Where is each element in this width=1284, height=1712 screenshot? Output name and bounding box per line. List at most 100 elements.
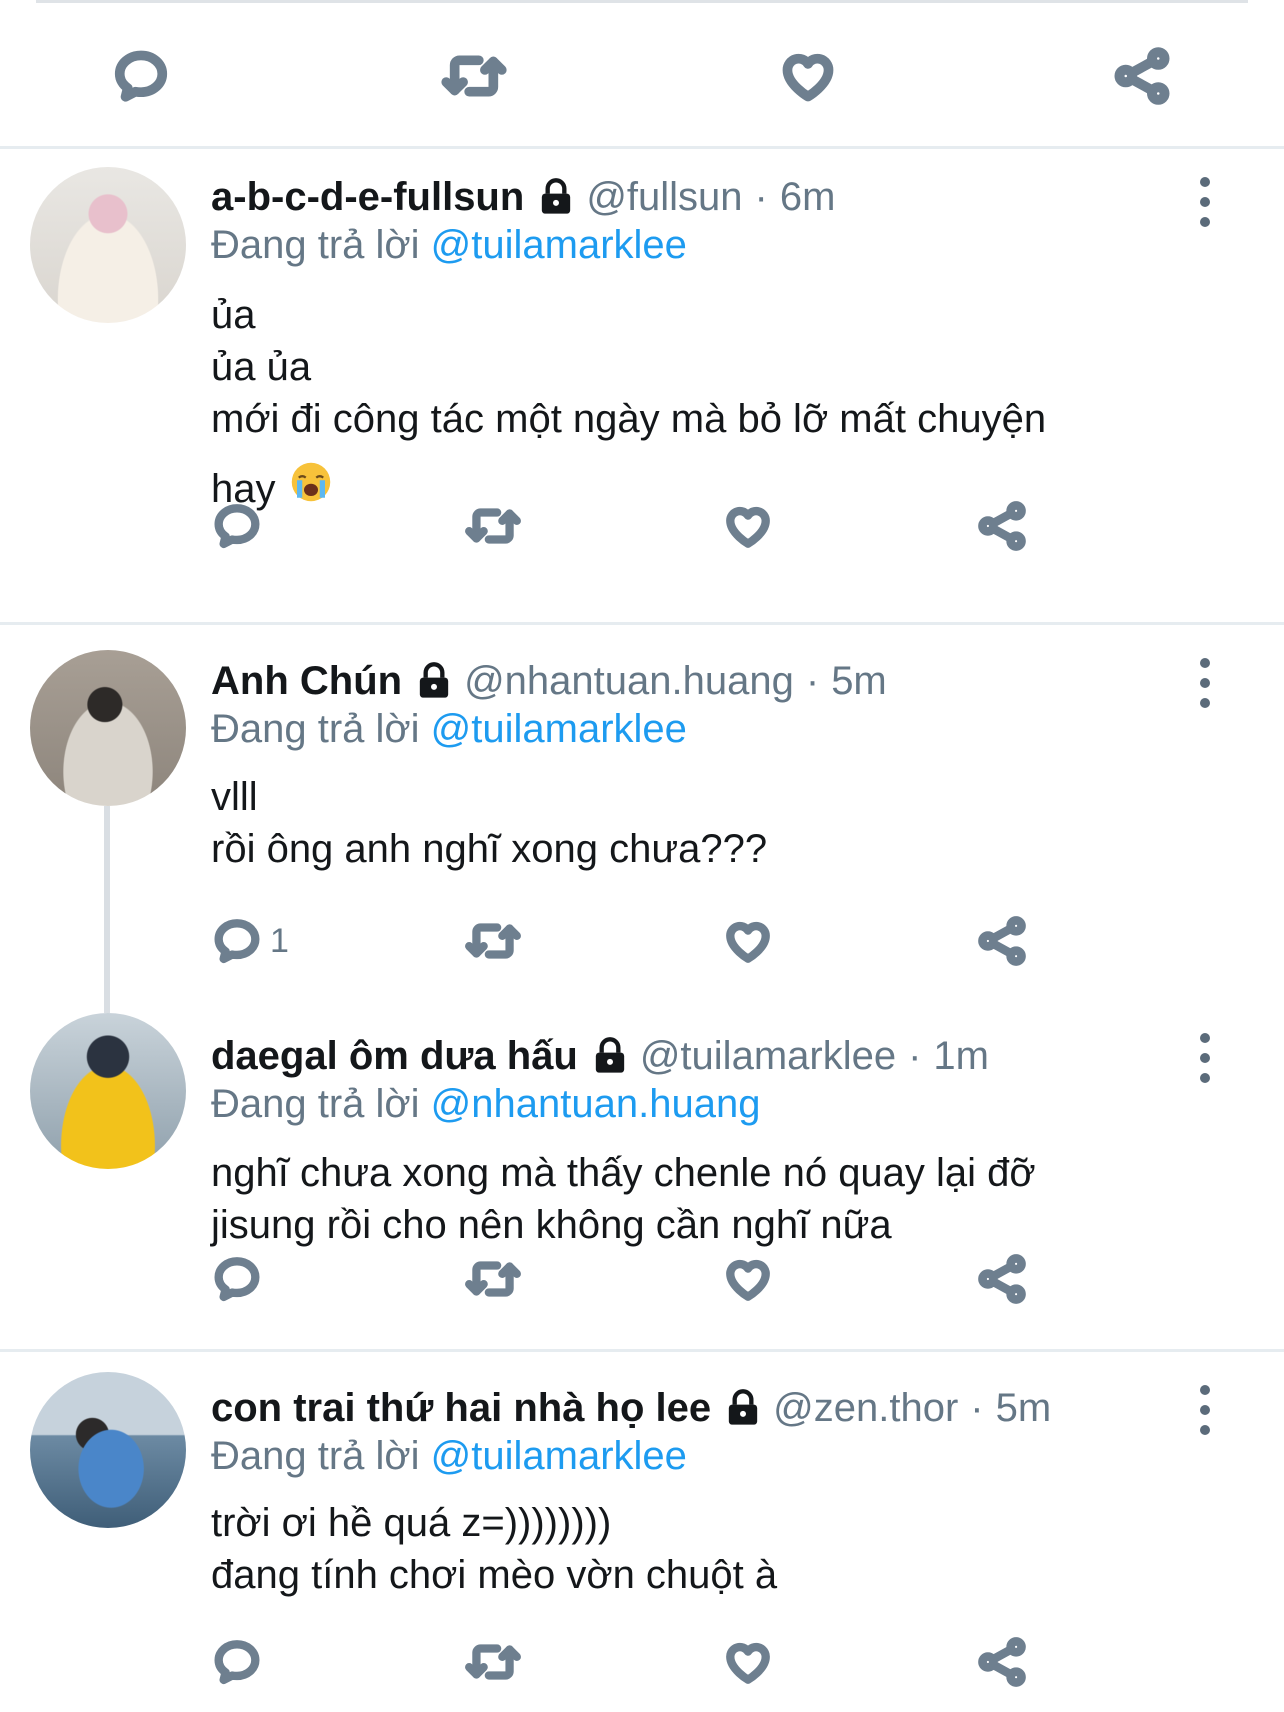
separator: · [908,1033,922,1078]
lock-icon [414,661,454,701]
lock-icon [590,1036,630,1076]
retweet-button[interactable] [464,891,522,991]
separator: · [970,1385,984,1430]
handle[interactable]: @fullsun [586,175,742,220]
share-icon [978,501,1026,551]
mention-link[interactable]: @tuilamarklee [431,707,687,751]
like-button[interactable] [778,26,838,126]
reply-icon [214,1257,260,1302]
tweet-text: vlll rồi ông anh nghĩ xong chưa??? [211,771,767,875]
text-line: ủa ủa [211,345,312,389]
timestamp[interactable]: 5m [996,1386,1052,1431]
like-button[interactable] [722,476,774,576]
more-options-icon[interactable] [1190,658,1220,708]
share-button[interactable] [976,476,1028,576]
retweet-button[interactable] [464,476,522,576]
replying-to-label: Đang trả lời [211,1082,420,1126]
reply-count: 1 [270,921,289,960]
text-line: trời ơi hề quá z=)))))))) [211,1501,612,1545]
lock-icon [536,177,576,217]
tweet-header: daegal ôm dưa hấu @tuilamarklee · 1m [211,1030,989,1082]
handle[interactable]: @tuilamarklee [640,1034,896,1079]
tweet[interactable]: con trai thứ hai nhà họ lee @zen.thor · … [0,1352,1284,1712]
like-button[interactable] [722,1612,774,1712]
top-divider [36,0,1248,3]
tweet[interactable]: Anh Chún @nhantuan.huang · 5m Đang trả l… [0,625,1284,1013]
like-button[interactable] [722,1229,774,1329]
replying-to: Đang trả lời @tuilamarklee [211,219,687,271]
replying-to-label: Đang trả lời [211,1434,420,1478]
share-button[interactable] [976,1229,1028,1329]
reply-button[interactable] [112,26,170,126]
tweet-actions [0,476,1284,576]
share-button[interactable] [1112,26,1172,126]
heart-icon [726,1642,770,1684]
tweet-header: a-b-c-d-e-fullsun @fullsun · 6m [211,171,835,223]
tweet-header: Anh Chún @nhantuan.huang · 5m [211,655,887,707]
tweet-header: con trai thứ hai nhà họ lee @zen.thor · … [211,1382,1051,1434]
replying-to: Đang trả lời @tuilamarklee [211,1430,687,1482]
reply-button[interactable] [212,1229,270,1329]
mention-link[interactable]: @tuilamarklee [431,1434,687,1478]
share-icon [978,916,1026,966]
avatar[interactable] [30,167,186,323]
retweet-button[interactable] [464,1612,522,1712]
display-name[interactable]: Anh Chún [211,659,402,704]
mention-link[interactable]: @nhantuan.huang [431,1082,761,1126]
reply-button[interactable] [212,476,270,576]
timestamp[interactable]: 5m [831,659,887,704]
reply-button[interactable] [212,1612,270,1712]
share-button[interactable] [976,1612,1028,1712]
text-line: nghĩ chưa xong mà thấy chenle nó quay lạ… [211,1151,1036,1195]
tweet-actions: 1 [0,891,1284,991]
reply-icon [114,50,168,102]
replying-to: Đang trả lời @nhantuan.huang [211,1078,760,1130]
replying-to-label: Đang trả lời [211,707,420,751]
handle[interactable]: @nhantuan.huang [464,659,794,704]
text-line: ủa [211,293,256,337]
heart-icon [782,53,834,102]
share-icon [978,1637,1026,1687]
text-line: mới đi công tác một ngày mà bỏ lỡ mất ch… [211,397,1047,441]
display-name[interactable]: con trai thứ hai nhà họ lee [211,1386,711,1431]
tweet[interactable]: a-b-c-d-e-fullsun @fullsun · 6m Đang trả… [0,149,1284,622]
retweet-icon [465,508,521,544]
heart-icon [726,921,770,963]
timestamp[interactable]: 6m [780,175,836,220]
retweet-button[interactable] [440,26,508,126]
retweet-button[interactable] [464,1229,522,1329]
heart-icon [726,506,770,548]
more-options-icon[interactable] [1190,1033,1220,1083]
heart-icon [726,1259,770,1301]
replying-to: Đang trả lời @tuilamarklee [211,703,687,755]
text-line: vlll [211,775,258,819]
top-action-bar [0,26,1284,126]
avatar[interactable] [30,1013,186,1169]
tweet-actions [0,1229,1284,1329]
retweet-icon [465,1261,521,1297]
like-button[interactable] [722,891,774,991]
separator: · [754,174,768,219]
more-options-icon[interactable] [1190,177,1220,227]
retweet-icon [441,55,507,97]
timestamp[interactable]: 1m [933,1034,989,1079]
tweet[interactable]: daegal ôm dưa hấu @tuilamarklee · 1m Đan… [0,1013,1284,1351]
display-name[interactable]: daegal ôm dưa hấu [211,1034,578,1079]
retweet-icon [465,923,521,959]
more-options-icon[interactable] [1190,1385,1220,1435]
avatar[interactable] [30,650,186,806]
handle[interactable]: @zen.thor [773,1386,958,1431]
retweet-icon [465,1644,521,1680]
reply-button[interactable]: 1 [212,891,289,991]
mention-link[interactable]: @tuilamarklee [431,223,687,267]
separator: · [805,658,820,703]
text-line: đang tính chơi mèo vờn chuột à [211,1553,778,1597]
share-button[interactable] [976,891,1028,991]
avatar[interactable] [30,1372,186,1528]
tweet-text: trời ơi hề quá z=)))))))) đang tính chơi… [211,1497,777,1601]
reply-icon [214,504,260,549]
text-line: rồi ông anh nghĩ xong chưa??? [211,827,768,871]
reply-icon [214,1640,260,1685]
lock-icon [723,1388,763,1428]
display-name[interactable]: a-b-c-d-e-fullsun [211,175,524,220]
